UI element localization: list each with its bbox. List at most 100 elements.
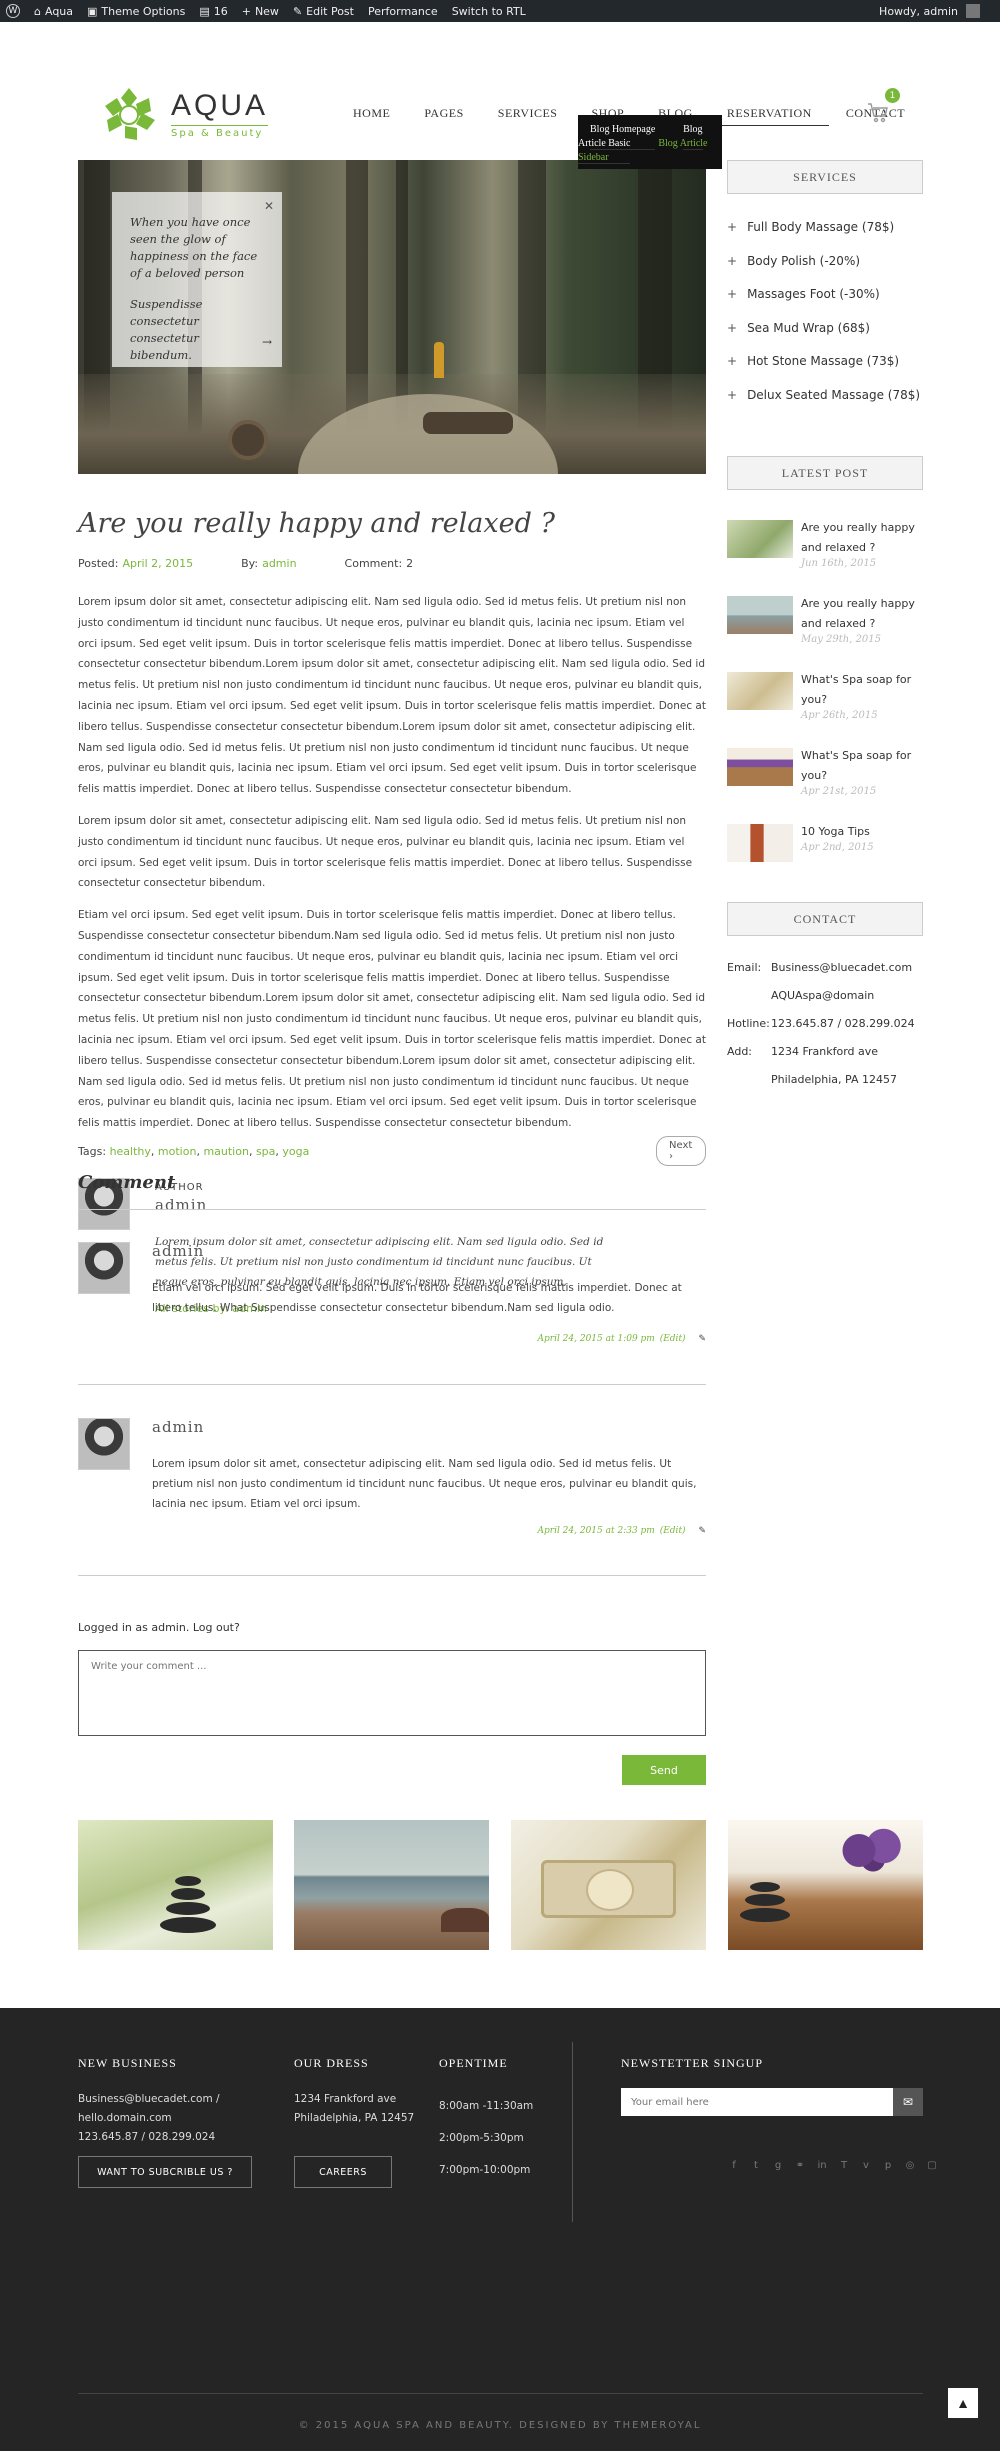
- footer-newsletter-title: NEWSTETTER SINGUP: [621, 2056, 763, 2070]
- services-list: + Full Body Massage (78$) + Body Polish (-…: [727, 220, 923, 421]
- footer-business-title: NEW BUSINESS: [78, 2056, 177, 2070]
- cart-button[interactable]: 1: [866, 88, 900, 124]
- pinterest-icon[interactable]: p: [881, 2158, 895, 2172]
- home-icon: ⌂: [34, 4, 41, 18]
- latest-post-item[interactable]: What's Spa soap for you? Apr 21st, 2015: [727, 748, 923, 818]
- services-widget-title: SERVICES: [727, 160, 923, 194]
- comment-textarea[interactable]: [78, 1650, 706, 1736]
- post-thumbnail: [727, 596, 793, 634]
- careers-button[interactable]: CAREERS: [294, 2156, 392, 2188]
- brand-tagline: Spa & Beauty: [171, 125, 269, 139]
- instagram-icon[interactable]: ▢: [925, 2158, 939, 2172]
- latest-post-item[interactable]: 10 Yoga Tips Apr 2nd, 2015: [727, 824, 923, 894]
- brand-name: AQUA: [171, 89, 269, 122]
- nav-services[interactable]: SERVICES: [481, 106, 575, 126]
- admin-bar: W ⌂ Aqua ▣ Theme Options ▤ 16 + New ✎ Edit Po…: [0, 0, 1000, 22]
- service-item[interactable]: + Full Body Massage (78$): [727, 220, 923, 254]
- avatar: [78, 1242, 130, 1294]
- wordpress-logo-button[interactable]: W: [6, 4, 20, 18]
- post-thumbnail: [727, 520, 793, 558]
- hero-quote: When you have once seen the glow of happ…: [130, 215, 258, 280]
- latest-post-item[interactable]: What's Spa soap for you? Apr 26th, 2015: [727, 672, 923, 742]
- plus-icon: +: [727, 287, 738, 301]
- tag-link[interactable]: healthy: [110, 1145, 151, 1158]
- nav-pages[interactable]: PAGES: [407, 106, 480, 126]
- comment-date: April 24, 2015 at 2:33 pm: [537, 1526, 655, 1536]
- comment-author: admin: [152, 1242, 205, 1260]
- logged-in-text[interactable]: Logged in as admin. Log out?: [78, 1621, 240, 1634]
- comment-icon: ▤: [199, 4, 210, 18]
- close-icon[interactable]: ✕: [264, 198, 274, 215]
- hero-image: ✕ When you have once seen the glow of ha…: [78, 160, 706, 474]
- gallery-image-spa-stones[interactable]: [78, 1820, 273, 1950]
- plus-icon: +: [727, 387, 738, 402]
- admin-bar-comments[interactable]: ▤ 16: [199, 5, 227, 18]
- gallery-image-soap-basket[interactable]: [511, 1820, 706, 1950]
- admin-bar-site[interactable]: ⌂ Aqua: [34, 5, 73, 18]
- post-body: Lorem ipsum dolor sit amet, consectetur …: [78, 596, 706, 1130]
- latest-post-item[interactable]: Are you really happy and relaxed ? Jun 1…: [727, 520, 923, 590]
- tag-link[interactable]: yoga: [282, 1145, 309, 1158]
- share-icon[interactable]: ⚭: [793, 2158, 807, 2172]
- latest-post-title: LATEST POST: [727, 456, 923, 490]
- comment-text: Lorem ipsum dolor sit amet, consectetur …: [152, 1458, 697, 1510]
- admin-bar-edit-post[interactable]: ✎ Edit Post: [293, 5, 354, 18]
- service-item[interactable]: + Body Polish (-20%): [727, 254, 923, 288]
- reply-pencil-icon[interactable]: ✎: [698, 1526, 706, 1536]
- newsletter-email-input[interactable]: [621, 2088, 893, 2116]
- newsletter-submit-button[interactable]: ✉: [893, 2088, 923, 2116]
- linkedin-icon[interactable]: in: [815, 2158, 829, 2172]
- admin-bar-new[interactable]: + New: [242, 5, 279, 18]
- comment-date: April 24, 2015 at 1:09 pm: [537, 1334, 655, 1344]
- plus-icon: +: [727, 320, 738, 335]
- send-comment-button[interactable]: Send: [622, 1755, 706, 1785]
- chevron-right-icon: ›: [669, 1151, 673, 1162]
- twitter-icon[interactable]: t: [749, 2158, 763, 2172]
- service-item[interactable]: + Delux Seated Massage (78$): [727, 388, 923, 422]
- service-item[interactable]: + Hot Stone Massage (73$): [727, 354, 923, 388]
- reply-pencil-icon[interactable]: ✎: [698, 1334, 706, 1344]
- nav-home[interactable]: HOME: [336, 106, 407, 126]
- latest-post-item[interactable]: Are you really happy and relaxed ? May 2…: [727, 596, 923, 666]
- admin-bar-performance[interactable]: Performance: [368, 5, 438, 18]
- facebook-icon[interactable]: f: [727, 2158, 741, 2172]
- scroll-to-top-button[interactable]: ▲: [948, 2388, 978, 2418]
- next-post-button[interactable]: Next ›: [656, 1136, 706, 1166]
- pencil-icon: ✎: [292, 4, 303, 18]
- post-author-link[interactable]: admin: [262, 557, 296, 570]
- plus-icon: +: [241, 4, 251, 18]
- logo[interactable]: AQUA Spa & Beauty: [97, 82, 269, 146]
- admin-bar-theme-options[interactable]: ▣ Theme Options: [87, 5, 185, 18]
- comment-edit-link[interactable]: (Edit): [660, 1334, 686, 1344]
- service-item[interactable]: + Massages Foot (-30%): [727, 287, 923, 321]
- avatar: [966, 4, 980, 18]
- nav-reservation[interactable]: RESERVATION: [709, 106, 829, 126]
- google-plus-icon[interactable]: g: [771, 2158, 785, 2172]
- plus-icon: +: [727, 220, 738, 234]
- service-item[interactable]: + Sea Mud Wrap (68$): [727, 321, 923, 355]
- tag-link[interactable]: spa: [256, 1145, 275, 1158]
- gallery-image-beach[interactable]: [294, 1820, 489, 1950]
- author-name: admin: [155, 1195, 208, 1214]
- tag-link[interactable]: motion: [158, 1145, 197, 1158]
- arrow-right-icon[interactable]: →: [262, 334, 272, 351]
- comment-edit-link[interactable]: (Edit): [660, 1526, 686, 1536]
- vimeo-icon[interactable]: v: [859, 2158, 873, 2172]
- sidebar: SERVICES + Full Body Massage (78$) + Body …: [727, 160, 923, 1086]
- contact-email-link[interactable]: AQUAspa@domain: [771, 982, 874, 1010]
- arrow-up-icon: ▲: [956, 2395, 970, 2411]
- dribbble-icon[interactable]: ◎: [903, 2158, 917, 2172]
- admin-bar-rtl[interactable]: Switch to RTL: [452, 5, 526, 18]
- tumblr-icon[interactable]: T: [837, 2158, 851, 2172]
- contact-hotline: 123.645.87 / 028.299.024: [771, 1017, 915, 1030]
- tag-link[interactable]: maution: [203, 1145, 249, 1158]
- admin-bar-account[interactable]: Howdy, admin: [879, 4, 980, 18]
- gallery-image-flowers[interactable]: [728, 1820, 923, 1950]
- subscribe-button[interactable]: WANT TO SUBCRIBLE US ?: [78, 2156, 252, 2188]
- footer-dress-title: OUR DRESS: [294, 2056, 369, 2070]
- envelope-icon: ✉: [902, 2095, 914, 2109]
- contact-widget: CONTACT Email: Business@bluecadet.com AQU…: [727, 902, 923, 1094]
- wordpress-icon: W: [6, 4, 20, 18]
- post-date-link[interactable]: April 2, 2015: [122, 557, 193, 570]
- contact-email-link[interactable]: Business@bluecadet.com: [771, 954, 912, 982]
